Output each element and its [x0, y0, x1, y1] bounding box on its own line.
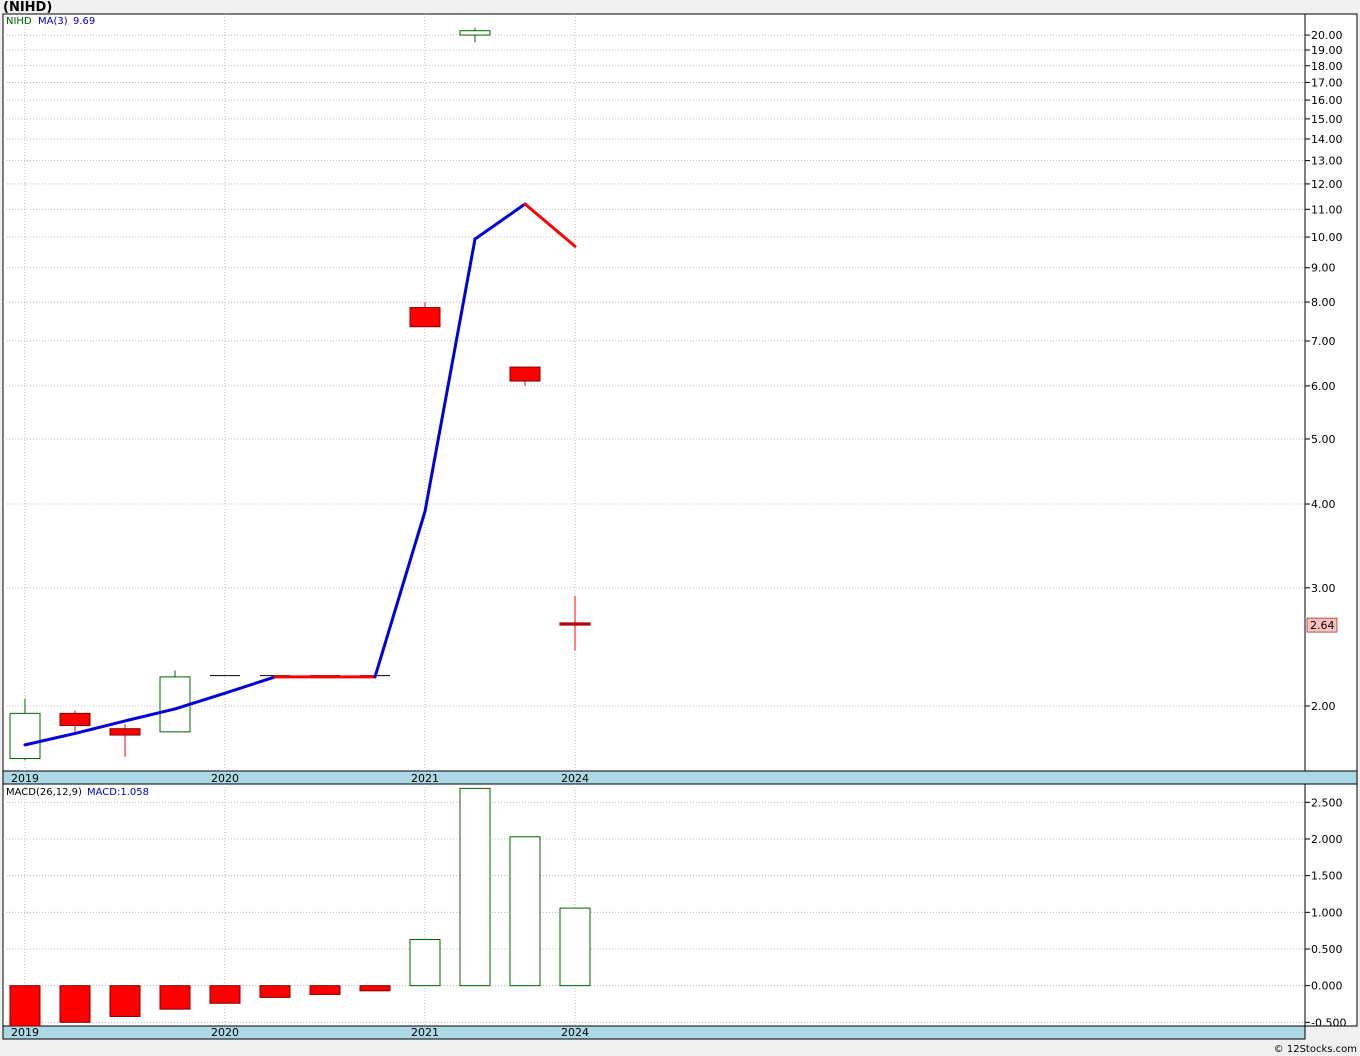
macd-bar — [509, 836, 541, 987]
macd-bar — [109, 985, 141, 1017]
macd-bar — [309, 985, 341, 995]
price-y-tick-label: 8.00 — [1311, 296, 1336, 309]
price-y-tick-label: 11.00 — [1311, 203, 1343, 216]
macd-y-tick-label: -0.500 — [1311, 1016, 1346, 1029]
price-y-tick-label: 6.00 — [1311, 380, 1336, 393]
macd-bar — [259, 985, 291, 998]
macd-legend-label: MACD(26,12,9) — [6, 787, 82, 798]
macd-y-tick-label: 1.500 — [1311, 870, 1343, 883]
price-y-tick-label: 2.00 — [1311, 700, 1336, 713]
price-y-tick-label: 3.00 — [1311, 582, 1336, 595]
price-x-label: 2024 — [561, 772, 589, 785]
macd-bar — [559, 907, 591, 987]
price-y-tick-label: 10.00 — [1311, 231, 1343, 244]
macd-x-axis-band — [2, 1025, 1306, 1040]
candle-body — [9, 712, 41, 760]
chart-title: (NIHD) — [3, 0, 52, 15]
macd-bar — [9, 985, 41, 1027]
price-y-tick-label: 20.00 — [1311, 29, 1343, 42]
price-y-tick-label: 14.00 — [1311, 133, 1343, 146]
macd-bar — [159, 985, 191, 1010]
price-y-tick-label: 15.00 — [1311, 113, 1343, 126]
macd-bar — [209, 985, 241, 1004]
macd-y-tick-label: 0.500 — [1311, 943, 1343, 956]
price-y-tick-label: 17.00 — [1311, 76, 1343, 89]
macd-y-tick-label: 0.000 — [1311, 980, 1343, 993]
price-y-tick-label: 18.00 — [1311, 60, 1343, 73]
last-price-label: 2.64 — [1310, 619, 1335, 632]
price-x-label: 2020 — [211, 772, 239, 785]
macd-x-label: 2021 — [411, 1026, 439, 1039]
price-legend-symbol: NIHD — [6, 16, 32, 27]
macd-y-tick-label: 2.500 — [1311, 796, 1343, 809]
candle-body — [559, 622, 591, 626]
price-legend-ma-value: 9.69 — [73, 16, 95, 27]
price-x-label: 2019 — [11, 772, 39, 785]
candle-body — [109, 728, 141, 736]
price-y-tick-label: 19.00 — [1311, 44, 1343, 57]
macd-panel — [2, 783, 1306, 1027]
price-legend-ma-label: MA(3) — [38, 16, 68, 27]
stock-chart: 2.00 3.00 4.00 5.00 6.00 7.00 8.00 9.00 10.00 11.… — [2, 0, 1358, 1055]
price-y-tick-label: 13.00 — [1311, 155, 1343, 168]
price-y-tick-label: 16.00 — [1311, 94, 1343, 107]
price-y-tick-label: 4.00 — [1311, 498, 1336, 511]
macd-y-tick-label: 1.000 — [1311, 906, 1343, 919]
macd-bar — [409, 938, 441, 987]
macd-bar — [59, 985, 91, 1023]
price-x-axis-band — [2, 770, 1358, 785]
watermark: © 12Stocks.com — [1274, 1044, 1357, 1055]
candle-body — [59, 712, 91, 727]
price-y-tick-label: 5.00 — [1311, 433, 1336, 446]
price-x-label: 2021 — [411, 772, 439, 785]
price-panel — [2, 13, 1306, 772]
macd-legend-value: MACD:1.058 — [87, 787, 149, 798]
macd-bar — [359, 985, 391, 992]
price-y-tick-label: 12.00 — [1311, 178, 1343, 191]
candle — [159, 670, 191, 733]
price-y-tick-label: 7.00 — [1311, 335, 1336, 348]
candle-body — [409, 307, 441, 328]
macd-y-tick-label: 2.000 — [1311, 833, 1343, 846]
macd-x-label: 2020 — [211, 1026, 239, 1039]
macd-x-label: 2024 — [561, 1026, 589, 1039]
candle-body — [459, 30, 491, 36]
candle-body — [509, 366, 541, 382]
macd-x-label: 2019 — [11, 1026, 39, 1039]
macd-bar — [459, 787, 491, 987]
price-y-tick-label: 9.00 — [1311, 262, 1336, 275]
